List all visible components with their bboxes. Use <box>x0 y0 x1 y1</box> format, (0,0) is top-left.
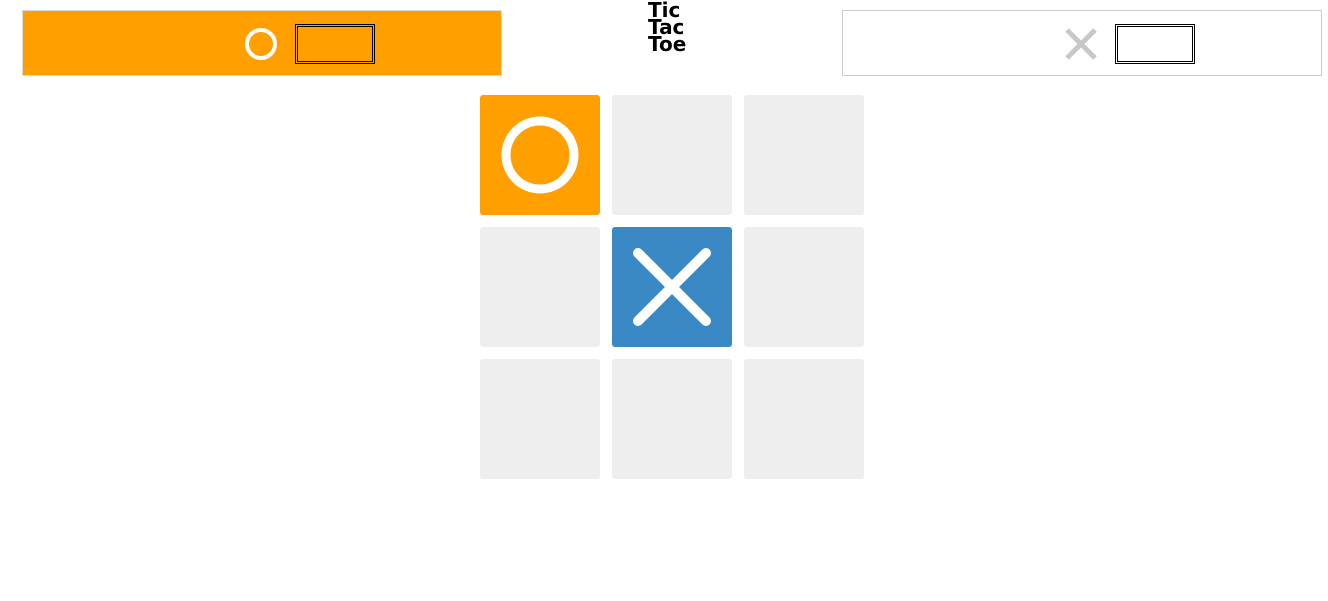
game-board <box>480 95 864 479</box>
player-o-score-input[interactable] <box>295 24 375 64</box>
board-cell-9[interactable] <box>744 359 864 479</box>
board-cell-7[interactable] <box>480 359 600 479</box>
board-cell-6[interactable] <box>744 227 864 347</box>
board-cell-1[interactable] <box>480 95 600 215</box>
title-line-3: Toe <box>648 32 687 56</box>
circle-mark-icon <box>501 116 579 194</box>
player-o-panel <box>22 10 502 76</box>
board-cell-2[interactable] <box>612 95 732 215</box>
player-x-panel <box>842 10 1322 76</box>
cross-icon <box>1065 28 1097 60</box>
circle-icon <box>245 28 277 60</box>
player-x-score-input[interactable] <box>1115 24 1195 64</box>
cross-mark-icon <box>633 248 711 326</box>
game-page: Tic Tac Toe <box>0 0 1328 601</box>
game-title: Tic Tac Toe <box>648 0 687 56</box>
board-cell-5[interactable] <box>612 227 732 347</box>
board-cell-4[interactable] <box>480 227 600 347</box>
board-cell-8[interactable] <box>612 359 732 479</box>
board-cell-3[interactable] <box>744 95 864 215</box>
